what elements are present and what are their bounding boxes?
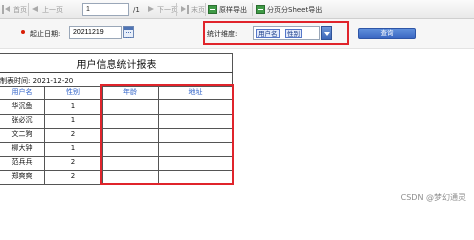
cell-gender: 2 (70, 130, 76, 138)
next-page-icon (146, 5, 155, 14)
toolbar-divider (28, 3, 29, 16)
cell-gender: 2 (70, 158, 76, 166)
next-page-button[interactable]: 下一页 (146, 4, 178, 16)
title-divider (0, 72, 233, 73)
cell-gender: 1 (70, 144, 76, 152)
cell-username: 柳大钟 (11, 144, 33, 152)
cell-gender: 1 (70, 102, 76, 110)
watermark: CSDN @梦幻通灵 (400, 193, 466, 202)
cell-username: 张必沉 (11, 116, 33, 124)
cell-gender: 2 (70, 172, 76, 180)
report-date: 制表时间: 2021-12-20 (0, 77, 74, 85)
last-page-button[interactable]: 末页 (180, 4, 205, 16)
prev-page-icon (31, 5, 40, 14)
query-button[interactable]: 查询 (358, 28, 416, 39)
dimension-label: 统计维度: (207, 30, 238, 38)
column-header-gender: 性别 (66, 88, 80, 96)
dimension-select[interactable]: 用户名 性别 (253, 26, 320, 40)
excel-export-icon (208, 5, 217, 14)
cell-username: 华沉鱼 (11, 102, 33, 110)
required-marker (21, 30, 25, 34)
first-page-icon (2, 5, 11, 14)
dimension-tag-gender[interactable]: 性别 (285, 29, 302, 38)
excel-export-icon (256, 5, 265, 14)
start-date-label: 起止日期: (30, 30, 61, 38)
report-toolbar: 首页 上一页 /1 下一页 末页 原样导出 分页分Sheet导出 (0, 0, 474, 19)
cell-username: 文二狗 (11, 130, 33, 138)
last-page-icon (180, 5, 189, 14)
cell-username: 郑爽爽 (11, 172, 33, 180)
calendar-icon[interactable] (123, 26, 134, 38)
toolbar-divider (205, 3, 206, 16)
export-original-button[interactable]: 原样导出 (208, 4, 247, 16)
toolbar-divider (176, 3, 177, 16)
columns-highlight-box (100, 84, 234, 185)
toolbar-divider (252, 3, 253, 16)
report-title: 用户信息统计报表 (76, 60, 157, 71)
export-sheet-button[interactable]: 分页分Sheet导出 (256, 4, 322, 16)
page-number-input[interactable] (82, 3, 129, 16)
cell-gender: 1 (70, 116, 76, 124)
chevron-down-icon[interactable] (321, 26, 332, 40)
start-date-input[interactable] (69, 26, 122, 39)
prev-page-button[interactable]: 上一页 (31, 4, 63, 16)
cell-username: 范兵兵 (11, 158, 33, 166)
column-header-username: 用户名 (11, 88, 33, 96)
total-pages: /1 (133, 6, 140, 14)
first-page-button[interactable]: 首页 (2, 4, 27, 16)
dimension-tag-username[interactable]: 用户名 (256, 29, 280, 38)
